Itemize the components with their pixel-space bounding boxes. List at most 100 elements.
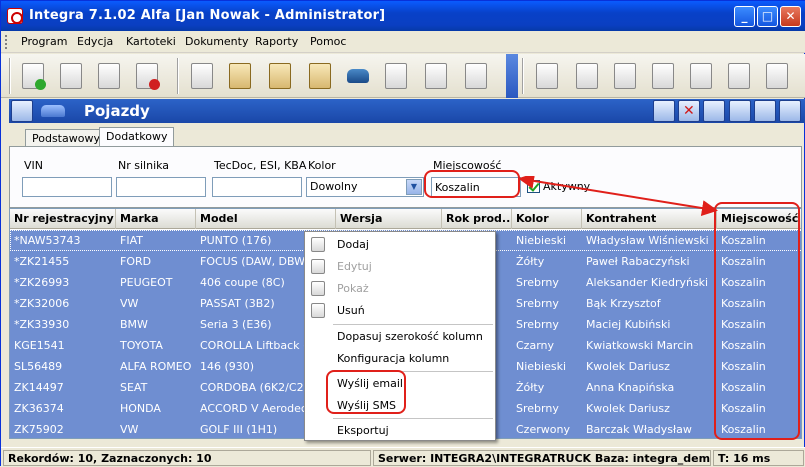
add-doc-icon: [311, 237, 325, 252]
cell-color: Niebieski: [516, 234, 567, 247]
import-button[interactable]: [729, 100, 751, 122]
menu-pomoc[interactable]: Pomoc: [310, 35, 346, 48]
minimize-button[interactable]: _: [734, 6, 755, 27]
menu-raporty[interactable]: Raporty: [255, 35, 298, 48]
color-label: Kolor: [308, 159, 336, 172]
toolbar-m-list-button[interactable]: [722, 59, 756, 93]
tab-strip: Podstawowy Dodatkowy: [9, 125, 805, 147]
toolbar-scroll3-button[interactable]: [303, 59, 337, 93]
cell-color: Srebrny: [516, 318, 559, 331]
menu-kartoteki[interactable]: Kartoteki: [126, 35, 176, 48]
toolbar: [1, 54, 805, 98]
status-db-text: Baza: integra_demo: [594, 452, 711, 465]
toolbar-add-doc-button[interactable]: [16, 59, 50, 93]
maximize-button[interactable]: □: [757, 6, 778, 27]
cell-registration: ZK75902: [14, 423, 64, 436]
car-icon: [347, 69, 369, 83]
toolbar-scroll1-button[interactable]: [223, 59, 257, 93]
copy-button[interactable]: [703, 100, 725, 122]
cell-color: Srebrny: [516, 402, 559, 415]
cell-registration: *NAW53743: [14, 234, 81, 247]
cell-color: Czarny: [516, 339, 555, 352]
s-document-icon: [536, 63, 558, 89]
add-doc-icon: [22, 63, 46, 90]
color-select[interactable]: Dowolny ▼: [306, 177, 424, 197]
title-bar[interactable]: Integra 7.1.02 Alfa [Jan Nowak - Adminis…: [1, 1, 805, 31]
cell-registration: ZK36374: [14, 402, 64, 415]
ctx-edit-label: Edytuj: [337, 260, 372, 273]
toolbar-list3-button[interactable]: [459, 59, 493, 93]
engine-number-input[interactable]: [116, 177, 206, 197]
toolbar-edit-doc-button[interactable]: [54, 59, 88, 93]
cell-client: Aleksander Kiedryński: [586, 276, 709, 289]
tab-podstawowy[interactable]: Podstawowy: [25, 129, 107, 147]
toolbar-scroll2-button[interactable]: [263, 59, 297, 93]
tecdoc-input[interactable]: [212, 177, 302, 197]
col-header-version[interactable]: Wersja: [336, 209, 442, 229]
vin-input[interactable]: [22, 177, 112, 197]
menu-dokumenty[interactable]: Dokumenty: [185, 35, 248, 48]
col-header-registration[interactable]: Nr rejestracyjny: [10, 209, 116, 229]
ctx-delete-label: Usuń: [337, 304, 365, 317]
toolbar-f-report-button[interactable]: [608, 59, 642, 93]
toolbar-delete-doc-button[interactable]: [130, 59, 164, 93]
toolbar-list1-button[interactable]: [379, 59, 413, 93]
toolbar-m-report-button[interactable]: [570, 59, 604, 93]
menu-edycja[interactable]: Edycja: [77, 35, 113, 48]
clear-filter-button[interactable]: ✕: [678, 100, 700, 122]
menu-program[interactable]: Program: [21, 35, 67, 48]
toolbar-s-report-button[interactable]: [530, 59, 564, 93]
cell-make: HONDA: [120, 402, 161, 415]
export-button[interactable]: [779, 100, 801, 122]
m-list-icon: [728, 63, 750, 89]
ctx-add[interactable]: Dodaj: [305, 234, 495, 255]
toolbar-list2-button[interactable]: [419, 59, 453, 93]
toolbar-overflow-chevron-icon[interactable]: [506, 54, 518, 98]
edit-doc-icon: [60, 63, 82, 89]
download-button[interactable]: [754, 100, 776, 122]
cell-make: SEAT: [120, 381, 148, 394]
list-icon: [385, 63, 407, 89]
f-document-icon: [614, 63, 636, 89]
cell-client: Kwiatkowski Marcin: [586, 339, 694, 352]
search-button[interactable]: [653, 100, 675, 122]
tecdoc-label: TecDoc, ESI, KBA: [214, 159, 307, 172]
car-header-icon: [41, 105, 65, 117]
col-header-model[interactable]: Model: [196, 209, 336, 229]
list-export-icon: [465, 63, 487, 89]
ctx-delete[interactable]: Usuń: [305, 300, 495, 321]
annotation-arrow: [518, 176, 718, 216]
toolbar-f-list-button[interactable]: [760, 59, 794, 93]
toolbar-car-button[interactable]: [341, 59, 375, 93]
col-header-make[interactable]: Marka: [116, 209, 196, 229]
toolbar-grip: [9, 58, 11, 94]
color-select-value: Dowolny: [310, 180, 358, 193]
ctx-configure-columns[interactable]: Konfiguracja kolumn: [305, 348, 495, 369]
calendar-icon: [191, 63, 213, 89]
toolbar-calendar-button[interactable]: [185, 59, 219, 93]
ctx-add-label: Dodaj: [337, 238, 369, 251]
toolbar-report1-button[interactable]: [646, 59, 680, 93]
m-document-icon: [576, 63, 598, 89]
ctx-fit-columns[interactable]: Dopasuj szerokość kolumn: [305, 326, 495, 347]
annotation-ring-city-filter: [424, 170, 520, 198]
cell-client: Maciej Kubiński: [586, 318, 671, 331]
tab-dodatkowy[interactable]: Dodatkowy: [99, 127, 175, 147]
vin-label: VIN: [24, 159, 43, 172]
list-report-icon: [425, 63, 447, 89]
f-list-icon: [766, 63, 788, 89]
cell-client: Kwolek Dariusz: [586, 360, 670, 373]
ctx-export[interactable]: Eksportuj: [305, 420, 495, 441]
chevron-down-icon[interactable]: ▼: [406, 179, 422, 195]
status-time: T: 16 ms: [713, 450, 804, 466]
scroll-tools-icon: [309, 63, 331, 89]
status-server-text: Serwer: INTEGRA2\INTEGRATRUCK: [378, 452, 592, 465]
delete-doc-icon: [136, 63, 160, 90]
save-layout-button[interactable]: [11, 100, 33, 122]
toolbar-s-list-button[interactable]: [684, 59, 718, 93]
toolbar-view-doc-button[interactable]: [92, 59, 126, 93]
cell-client: Władysław Wiśniewski: [586, 234, 709, 247]
col-header-year[interactable]: Rok prod...: [442, 209, 512, 229]
cell-client: Anna Knapińska: [586, 381, 675, 394]
close-button[interactable]: ✕: [780, 6, 801, 27]
